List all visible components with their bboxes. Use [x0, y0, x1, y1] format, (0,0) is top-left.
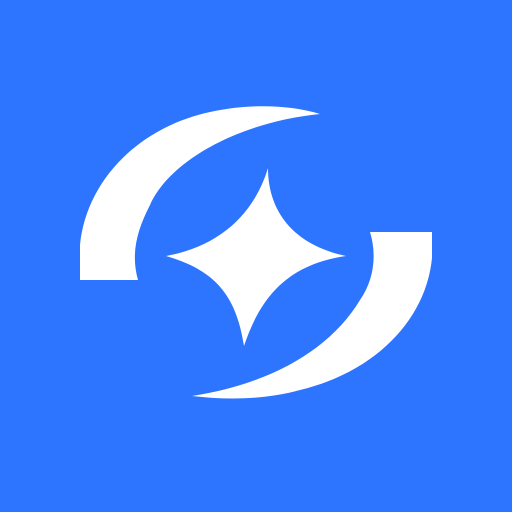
app-icon: [0, 0, 512, 512]
sparkle-orbit-logo-icon: [80, 106, 432, 399]
four-point-star-icon: [166, 168, 346, 346]
